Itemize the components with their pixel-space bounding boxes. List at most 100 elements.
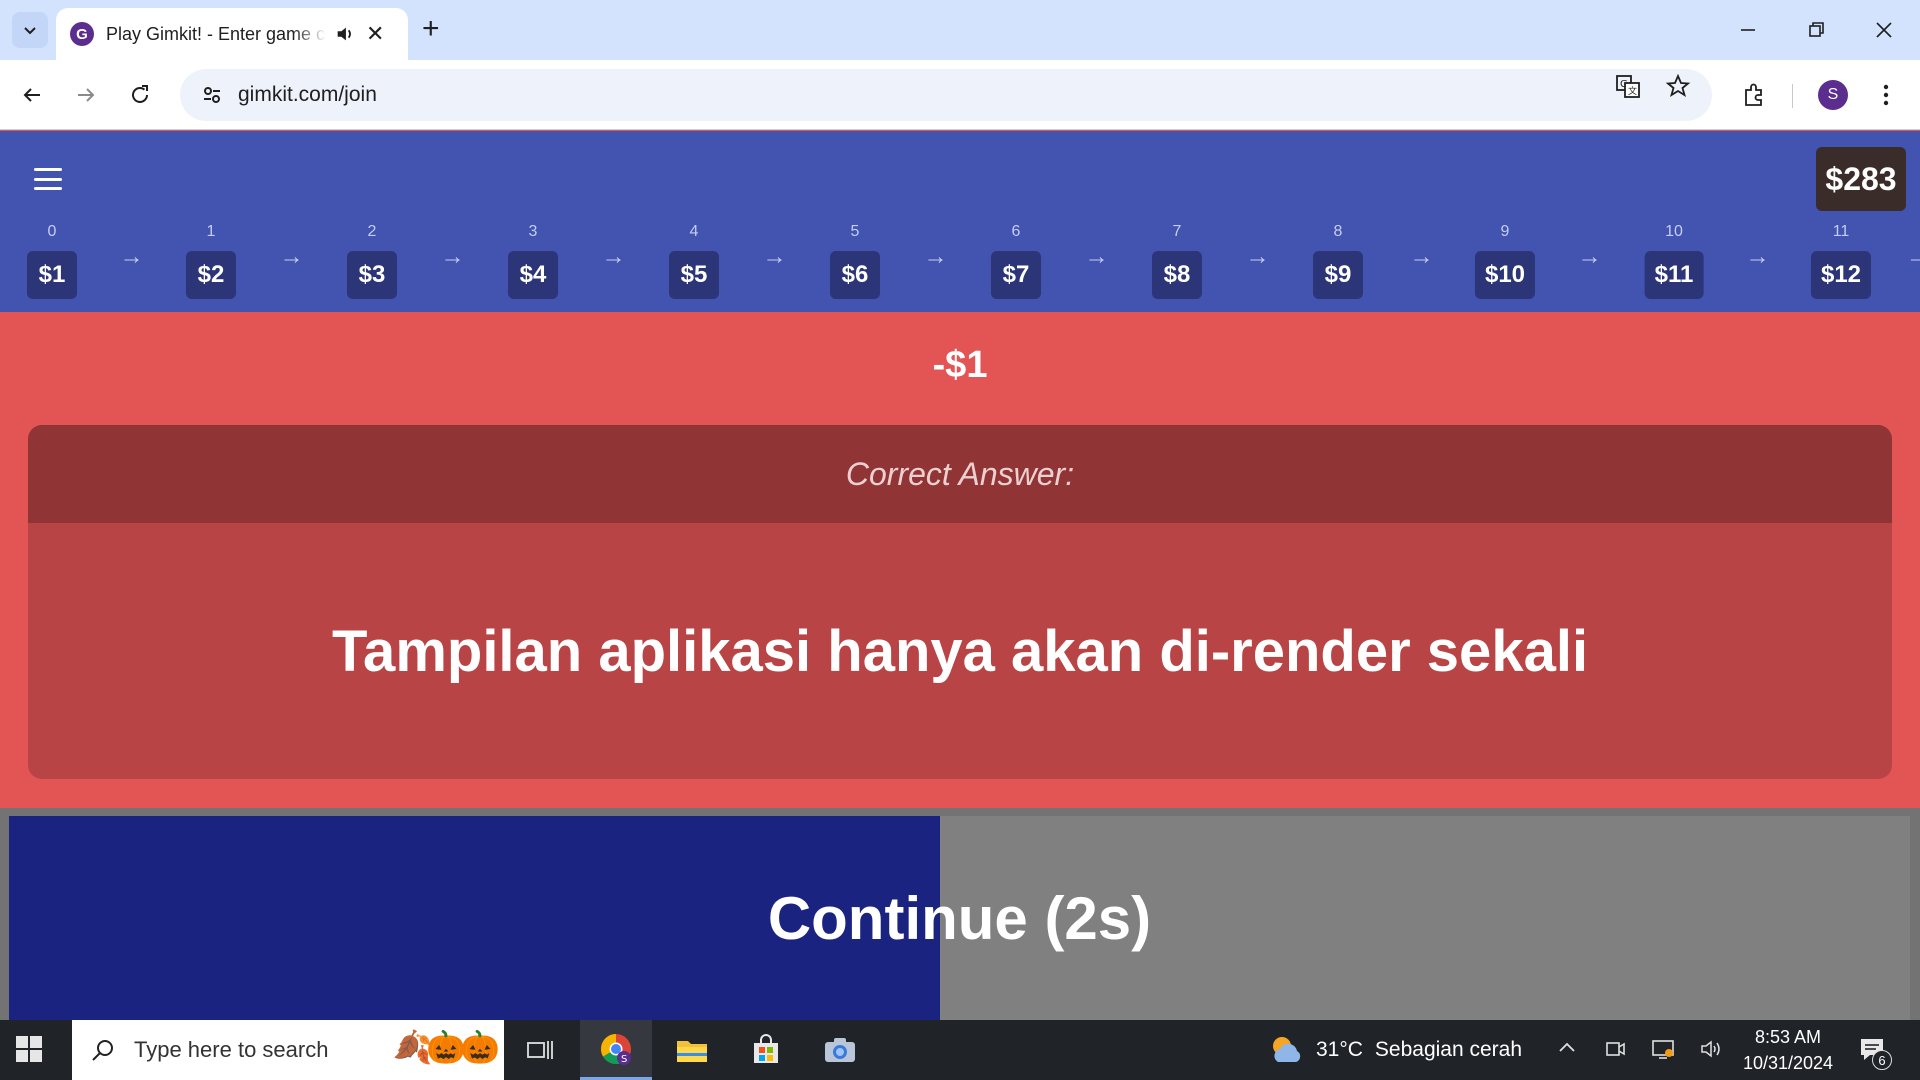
ladder-step-value: $11 (1644, 251, 1704, 299)
ladder-step-value: $4 (508, 251, 558, 299)
bookmark-star-icon[interactable] (1664, 72, 1692, 100)
profile-avatar[interactable]: S (1818, 80, 1848, 110)
reload-icon[interactable] (122, 77, 158, 113)
address-bar[interactable]: gimkit.com/join (180, 69, 1712, 121)
notification-center-icon[interactable]: 6 (1858, 1036, 1892, 1070)
ladder-step-index: 2 (367, 223, 377, 240)
notification-count-badge: 6 (1872, 1050, 1892, 1070)
browser-tabstrip: G Play Gimkit! - Enter game code here ✕ … (0, 0, 1920, 60)
ladder-step-index: 10 (1665, 223, 1683, 240)
ladder-arrow-icon: → (601, 243, 626, 270)
ladder-step: 3 $4 (508, 223, 558, 299)
ladder-step-value: $1 (27, 251, 77, 299)
ladder-step-index: 5 (850, 223, 860, 240)
ladder-arrow-icon: → (923, 243, 948, 270)
ladder-step-value: $3 (347, 251, 397, 299)
restore-icon[interactable] (1796, 12, 1836, 48)
windows-start-icon[interactable] (16, 1036, 44, 1064)
correct-answer-text: Tampilan aplikasi hanya akan di-render s… (331, 618, 1589, 684)
ladder-step-value: $8 (1152, 251, 1202, 299)
ladder-step: 6 $7 (991, 223, 1041, 299)
camera-icon[interactable] (804, 1020, 876, 1080)
new-tab-plus-icon[interactable]: + (422, 14, 440, 44)
clock-time: 8:53 AM (1754, 1027, 1822, 1047)
ladder-step-value: $10 (1474, 251, 1536, 299)
tab-close-icon[interactable]: ✕ (366, 23, 384, 45)
extensions-puzzle-icon[interactable] (1740, 81, 1768, 109)
continue-button[interactable]: Continue (2s) (9, 816, 1910, 1020)
chevron-down-icon (24, 27, 36, 35)
ladder-step-index: 3 (528, 223, 538, 240)
meet-now-icon[interactable] (1602, 1038, 1628, 1066)
ladder-arrow-icon: → (1745, 243, 1770, 270)
back-arrow-icon[interactable] (14, 77, 50, 113)
volume-icon[interactable] (1698, 1038, 1724, 1066)
ladder-arrow-icon: → (1084, 243, 1109, 270)
ladder-step-value: $2 (186, 251, 236, 299)
ladder-step-index: 1 (206, 223, 216, 240)
gimkit-favicon-icon: G (70, 22, 94, 46)
more-menu-icon[interactable] (1872, 81, 1900, 109)
forward-arrow-icon[interactable] (68, 77, 104, 113)
taskbar-search-box[interactable]: Type here to search 🍂🎃🎃 (72, 1020, 504, 1080)
ladder-step: 5 $6 (830, 223, 880, 299)
windows-taskbar: Type here to search 🍂🎃🎃 S 31°C Sebagian … (0, 1020, 1920, 1080)
speaker-icon[interactable] (334, 23, 356, 45)
ladder-step-index: 7 (1172, 223, 1182, 240)
tab-search-button[interactable] (12, 12, 48, 48)
chevron-up-icon[interactable] (1554, 1038, 1580, 1064)
search-placeholder: Type here to search (134, 1037, 329, 1062)
weather-description: Sebagian cerah (1374, 1038, 1523, 1061)
ladder-step-value: $9 (1313, 251, 1363, 299)
ladder-step-index: 6 (1011, 223, 1021, 240)
balance-display: $283 (1816, 147, 1906, 211)
site-settings-icon[interactable] (198, 81, 226, 109)
svg-text:文: 文 (1628, 85, 1637, 97)
ladder-step-value: $7 (991, 251, 1041, 299)
ladder-step-index: 9 (1500, 223, 1510, 240)
ladder-arrow-icon: → (1906, 243, 1920, 270)
ladder-arrow-icon: → (119, 243, 144, 270)
search-icon (92, 1040, 113, 1061)
ladder-step: 8 $9 (1313, 223, 1363, 299)
file-explorer-icon[interactable] (656, 1020, 728, 1080)
ladder-arrow-icon: → (1577, 243, 1602, 270)
weather-widget[interactable]: 31°C Sebagian cerah (1268, 1020, 1522, 1080)
tab-title: Play Gimkit! - Enter game code here (106, 23, 326, 44)
correct-answer-card: Correct Answer: Tampilan aplikasi hanya … (28, 425, 1892, 779)
translate-icon[interactable]: G文 (1614, 72, 1642, 100)
browser-tab-active[interactable]: G Play Gimkit! - Enter game code here ✕ (56, 8, 408, 60)
task-view-icon[interactable] (504, 1020, 576, 1080)
ladder-arrow-icon: → (440, 243, 465, 270)
ladder-step: 0 $1 (27, 223, 77, 299)
ladder-arrow-icon: → (1409, 243, 1434, 270)
minimize-icon[interactable] (1728, 12, 1768, 48)
ladder-step-index: 8 (1333, 223, 1343, 240)
taskbar-clock[interactable]: 8:53 AM 10/31/2024 (1736, 1024, 1840, 1076)
ladder-step-value: $6 (830, 251, 880, 299)
ladder-step: 1 $2 (186, 223, 236, 299)
ladder-step: 9 $10 (1474, 223, 1536, 299)
money-change-text: -$1 (932, 344, 988, 386)
clock-date: 10/31/2024 (1742, 1053, 1834, 1073)
ladder-step-value: $12 (1810, 251, 1872, 299)
toolbar-divider (1792, 84, 1793, 108)
window-close-icon[interactable] (1864, 12, 1904, 48)
ladder-arrow-icon: → (1245, 243, 1270, 270)
ladder-arrow-icon: → (762, 243, 787, 270)
svg-text:S: S (621, 1054, 627, 1065)
ladder-step: 10 $11 (1644, 223, 1704, 299)
ladder-step: 2 $3 (347, 223, 397, 299)
continue-bar: Continue (2s) (0, 808, 1920, 1020)
correct-answer-label: Correct Answer: (28, 425, 1892, 523)
hamburger-menu-icon[interactable] (34, 168, 62, 190)
microsoft-store-icon[interactable] (730, 1020, 802, 1080)
ladder-step: 4 $5 (669, 223, 719, 299)
network-icon[interactable] (1650, 1038, 1676, 1066)
ladder-step: 11 $12 (1810, 223, 1872, 299)
partly-sunny-icon (1268, 1032, 1304, 1068)
url-text: gimkit.com/join (238, 83, 377, 106)
chrome-taskbar-icon[interactable]: S (580, 1020, 652, 1080)
ladder-arrow-icon: → (279, 243, 304, 270)
ladder-step-value: $5 (669, 251, 719, 299)
